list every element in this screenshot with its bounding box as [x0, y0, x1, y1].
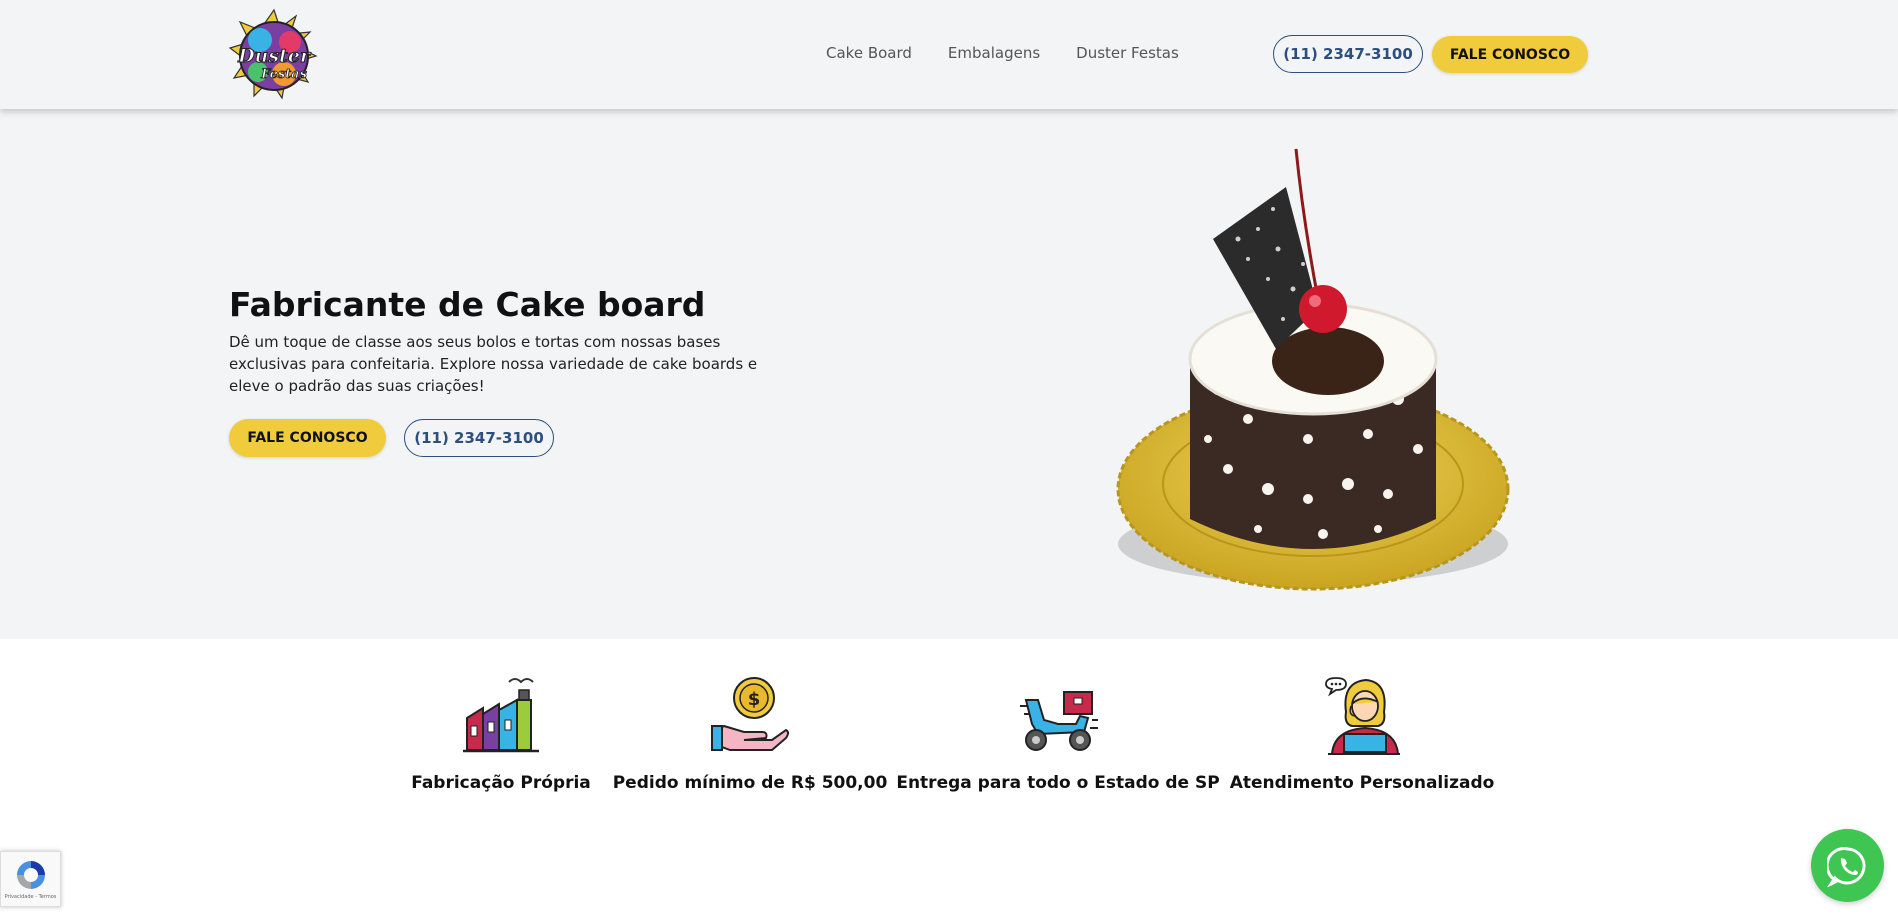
svg-text:Duster: Duster — [237, 45, 312, 67]
support-agent-icon — [1325, 677, 1400, 755]
feature-label: Atendimento Personalizado — [1229, 773, 1495, 793]
delivery-scooter-icon — [1020, 691, 1098, 751]
site-header: Duster Festas Cake Board Embalagens Dust… — [0, 0, 1898, 109]
svg-text:Festas: Festas — [260, 67, 308, 82]
coin-hand-icon: $ — [711, 677, 789, 751]
nav-item-duster-festas[interactable]: Duster Festas — [1076, 44, 1179, 62]
svg-text:$: $ — [748, 689, 761, 710]
nav-item-embalagens[interactable]: Embalagens — [948, 44, 1040, 62]
recaptcha-icon — [16, 861, 45, 889]
feature-item: Fabricação Própria — [411, 676, 591, 793]
hero-phone-button[interactable]: (11) 2347-3100 — [404, 419, 554, 457]
header-phone-button[interactable]: (11) 2347-3100 — [1273, 35, 1423, 73]
feature-label: Pedido mínimo de R$ 500,00 — [612, 773, 888, 793]
cake-image — [1116, 148, 1510, 591]
hero-title: Fabricante de Cake board — [229, 285, 706, 324]
recaptcha-links[interactable]: Privacidade - Termos — [5, 894, 57, 900]
feature-item: Atendimento Personalizado — [1230, 676, 1494, 793]
feature-label: Entrega para todo o Estado de SP — [896, 773, 1220, 793]
duster-festas-logo[interactable]: Duster Festas — [226, 6, 322, 102]
recaptcha-badge[interactable]: Privacidade - Termos — [0, 851, 61, 907]
feature-item: $ Pedido mínimo de R$ 500,00 — [613, 676, 887, 793]
hero-description: Dê um toque de classe aos seus bolos e t… — [229, 333, 758, 395]
main-nav: Cake Board Embalagens Duster Festas — [826, 44, 1179, 62]
hero-contact-button[interactable]: FALE CONOSCO — [229, 419, 386, 457]
hero-section: Fabricante de Cake board Dê um toque de … — [0, 109, 1898, 639]
header-contact-button[interactable]: FALE CONOSCO — [1432, 36, 1588, 73]
whatsapp-button[interactable] — [1811, 829, 1884, 902]
factory-icon — [463, 678, 539, 753]
nav-item-cake-board[interactable]: Cake Board — [826, 44, 912, 62]
feature-item: Entrega para todo o Estado de SP — [896, 676, 1220, 793]
feature-label: Fabricação Própria — [411, 773, 591, 793]
whatsapp-icon — [1826, 846, 1865, 887]
